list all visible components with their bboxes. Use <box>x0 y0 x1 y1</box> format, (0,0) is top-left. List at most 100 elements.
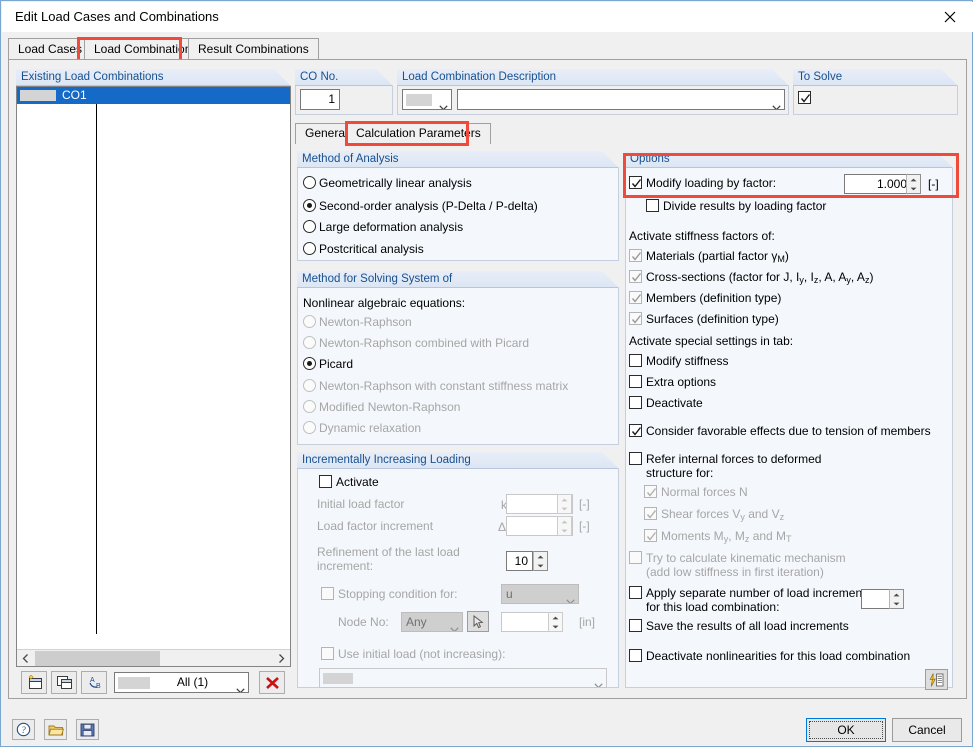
apply-increments-spinner[interactable] <box>889 589 904 609</box>
consider-favorable-label[interactable]: Consider favorable effects due to tensio… <box>646 424 931 438</box>
apply-increments-input[interactable] <box>861 589 891 609</box>
radio-picard[interactable] <box>303 357 316 370</box>
spinner-down-icon[interactable] <box>558 504 571 513</box>
stiffness-cross-sections-label[interactable]: Cross-sections (factor for J, Iy, Iz, A,… <box>646 270 873 285</box>
close-icon[interactable] <box>927 2 973 32</box>
apply-increments-checkbox[interactable] <box>629 586 642 599</box>
shear-forces-label[interactable]: Shear forces Vy and Vz <box>661 507 784 522</box>
cancel-button[interactable]: Cancel <box>892 718 962 742</box>
radio-label-geometrically-linear[interactable]: Geometrically linear analysis <box>319 176 472 190</box>
deactivate-nonlinearities-checkbox[interactable] <box>629 649 642 662</box>
spinner-up-icon[interactable] <box>890 590 903 599</box>
list-item[interactable]: CO1 <box>17 87 290 104</box>
refer-internal-forces-checkbox[interactable] <box>629 452 642 465</box>
moments-label[interactable]: Moments My, Mz and MT <box>661 529 792 544</box>
tab-result-combinations[interactable]: Result Combinations <box>188 38 319 60</box>
node-limit-spinner[interactable] <box>548 612 563 632</box>
activate-incremental-checkbox[interactable] <box>319 475 332 488</box>
stiffness-members-checkbox[interactable] <box>629 291 642 304</box>
pick-node-icon[interactable] <box>467 611 489 632</box>
inner-tab-calculation-parameters[interactable]: Calculation Parameters <box>346 123 491 144</box>
spinner-down-icon[interactable] <box>558 526 571 535</box>
apply-increments-label-line1[interactable]: Apply separate number of load increments <box>646 586 871 600</box>
load-factor-increment-spinner[interactable] <box>557 516 572 536</box>
initial-load-factor-spinner[interactable] <box>557 494 572 514</box>
radio-label-dynamic-relaxation[interactable]: Dynamic relaxation <box>319 421 421 435</box>
stiffness-materials-label[interactable]: Materials (partial factor γM) <box>646 249 789 264</box>
normal-forces-label[interactable]: Normal forces N <box>661 485 748 499</box>
combination-filter-select[interactable]: All (1) <box>114 672 249 693</box>
spinner-up-icon[interactable] <box>558 517 571 526</box>
scroll-thumb[interactable] <box>35 651 160 666</box>
radio-dynamic-relaxation[interactable] <box>303 421 316 434</box>
radio-label-large-deformation[interactable]: Large deformation analysis <box>319 220 463 234</box>
radio-newton-raphson-constant[interactable] <box>303 379 316 392</box>
radio-second-order[interactable] <box>303 199 316 212</box>
spinner-up-icon[interactable] <box>907 175 920 184</box>
kinematic-mechanism-label-line1[interactable]: Try to calculate kinematic mechanism <box>646 551 846 565</box>
activate-incremental-label[interactable]: Activate <box>336 475 379 489</box>
modify-loading-label[interactable]: Modify loading by factor: <box>646 176 776 190</box>
open-folder-icon[interactable] <box>44 719 67 740</box>
new-combination-button[interactable] <box>21 671 47 694</box>
spinner-up-icon[interactable] <box>534 552 547 561</box>
scroll-left-icon[interactable] <box>17 650 34 666</box>
use-initial-load-checkbox[interactable] <box>321 647 334 660</box>
moments-checkbox[interactable] <box>644 529 657 542</box>
radio-large-deformation[interactable] <box>303 220 316 233</box>
copy-combination-button[interactable] <box>51 671 77 694</box>
stiffness-cross-sections-checkbox[interactable] <box>629 270 642 283</box>
radio-modified-newton-raphson[interactable] <box>303 400 316 413</box>
radio-label-second-order[interactable]: Second-order analysis (P-Delta / P-delta… <box>319 199 538 213</box>
radio-newton-raphson[interactable] <box>303 315 316 328</box>
radio-label-newton-raphson-picard[interactable]: Newton-Raphson combined with Picard <box>319 336 529 350</box>
normal-forces-checkbox[interactable] <box>644 485 657 498</box>
radio-label-picard[interactable]: Picard <box>319 357 353 371</box>
radio-label-newton-raphson[interactable]: Newton-Raphson <box>319 315 412 329</box>
spinner-down-icon[interactable] <box>549 622 562 631</box>
save-icon[interactable] <box>76 719 99 740</box>
existing-combinations-list[interactable]: CO1 <box>16 86 291 667</box>
stiffness-surfaces-label[interactable]: Surfaces (definition type) <box>646 312 779 326</box>
spinner-down-icon[interactable] <box>907 184 920 193</box>
modify-loading-input[interactable]: 1.000 <box>844 174 912 194</box>
radio-postcritical[interactable] <box>303 242 316 255</box>
spinner-up-icon[interactable] <box>558 495 571 504</box>
rename-combination-button[interactable]: A B <box>81 671 107 694</box>
deactivate-checkbox[interactable] <box>629 396 642 409</box>
description-prefix-select[interactable] <box>402 89 452 110</box>
list-horizontal-scrollbar[interactable] <box>17 649 290 666</box>
stiffness-members-label[interactable]: Members (definition type) <box>646 291 781 305</box>
spinner-down-icon[interactable] <box>890 599 903 608</box>
radio-label-postcritical[interactable]: Postcritical analysis <box>319 242 424 256</box>
divide-results-label[interactable]: Divide results by loading factor <box>663 199 826 213</box>
shear-forces-checkbox[interactable] <box>644 507 657 520</box>
modify-stiffness-label[interactable]: Modify stiffness <box>646 354 728 368</box>
save-all-increments-label[interactable]: Save the results of all load increments <box>646 619 849 633</box>
refer-internal-forces-label-line1[interactable]: Refer internal forces to deformed <box>646 452 821 466</box>
stopping-condition-select[interactable]: u <box>501 584 579 604</box>
extra-options-label[interactable]: Extra options <box>646 375 716 389</box>
tab-load-cases[interactable]: Load Cases <box>8 38 93 60</box>
radio-label-modified-newton-raphson[interactable]: Modified Newton-Raphson <box>319 400 460 414</box>
refinement-input[interactable]: 10 <box>506 551 533 571</box>
radio-newton-raphson-picard[interactable] <box>303 336 316 349</box>
to-solve-checkbox[interactable] <box>798 91 811 104</box>
consider-favorable-checkbox[interactable] <box>629 424 642 437</box>
deactivate-nonlinearities-label[interactable]: Deactivate nonlinearities for this load … <box>646 649 910 663</box>
scroll-right-icon[interactable] <box>273 650 290 666</box>
spinner-down-icon[interactable] <box>534 561 547 570</box>
stiffness-surfaces-checkbox[interactable] <box>629 312 642 325</box>
node-no-select[interactable]: Any <box>401 612 463 632</box>
delete-combination-button[interactable] <box>259 671 285 694</box>
use-initial-load-select[interactable] <box>319 668 607 688</box>
save-all-increments-checkbox[interactable] <box>629 619 642 632</box>
stopping-condition-checkbox[interactable] <box>321 587 334 600</box>
calculation-settings-icon[interactable] <box>925 669 948 690</box>
kinematic-mechanism-checkbox[interactable] <box>629 551 642 564</box>
stiffness-materials-checkbox[interactable] <box>629 249 642 262</box>
deactivate-label[interactable]: Deactivate <box>646 396 703 410</box>
radio-label-newton-raphson-constant[interactable]: Newton-Raphson with constant stiffness m… <box>319 379 568 393</box>
description-input[interactable] <box>457 89 785 110</box>
refinement-spinner[interactable] <box>533 551 548 571</box>
